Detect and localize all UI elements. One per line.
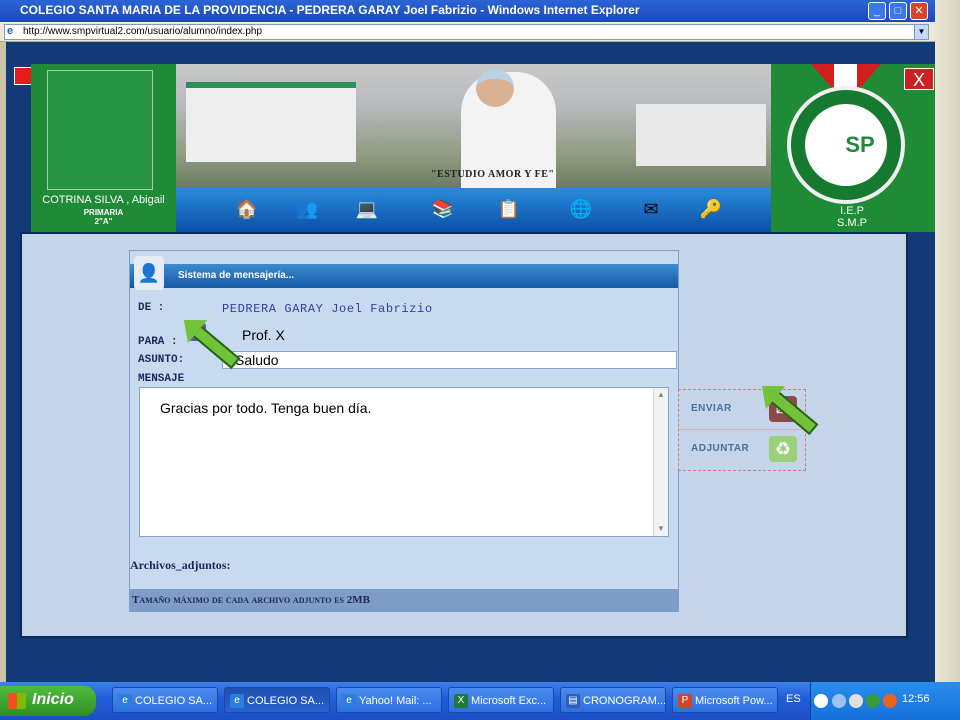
taskbar-item[interactable]: e Yahoo! Mail: ... [336,687,442,713]
messaging-panel: 👤 Sistema de mensajería... DE : PEDRERA … [129,250,679,612]
minimize-button[interactable]: _ [868,2,886,20]
school-abbreviation: I.E.P S.M.P [827,205,877,229]
size-note: Tamaño máximo de cada archivo adjunto es… [132,594,370,606]
student-panel: COTRINA SILVA , Abigail PRIMARIA 2"A" [31,64,176,232]
network-icon[interactable] [832,694,846,708]
student-level: PRIMARIA [83,208,124,217]
shield-icon[interactable] [849,694,863,708]
main-nav-bar: 🏠 👥 💻 📚 📋 🌐 ✉ 🔑 [176,188,771,232]
seal-center: SP [805,104,887,186]
start-button[interactable]: Inicio [0,686,96,716]
clock: 12:56 [902,693,930,705]
messaging-header: 👤 Sistema de mensajería... [130,251,678,296]
taskbar-item[interactable]: P Microsoft Pow... [672,687,778,713]
messenger-avatar-icon: 👤 [134,256,164,290]
back-arrow-icon[interactable] [814,694,828,708]
from-value: PEDRERA GARAY Joel Fabrizio [222,302,433,316]
messenger-icon[interactable] [866,694,880,708]
antivirus-icon[interactable] [883,694,897,708]
student-name: COTRINA SILVA , Abigail [42,194,165,206]
banner-student-head [476,69,514,107]
powerpoint-icon: P [678,694,692,708]
taskbar-item[interactable]: e COLEGIO SA... [224,687,330,713]
language-indicator[interactable]: ES [786,693,801,705]
school-abbr-line1: I.E.P [840,205,864,217]
message-scrollbar[interactable]: ▲ ▼ [653,388,668,536]
message-textarea[interactable]: Gracias por todo. Tenga buen día. ▲ ▼ [139,387,669,537]
house-icon[interactable]: 🏠 [234,198,260,220]
address-bar: e http://www.smpvirtual2.com/usuario/alu… [0,22,935,42]
attachments-label: Archivos_adjuntos: [130,558,231,572]
subject-input[interactable] [222,351,677,369]
scroll-down-icon[interactable]: ▼ [656,524,666,534]
school-seal-icon: SP [787,86,905,204]
maximize-button[interactable]: □ [889,2,907,20]
from-label: DE : [138,302,165,314]
subject-label: ASUNTO: [138,354,185,366]
taskbar: Inicio e COLEGIO SA... e COLEGIO SA... e… [0,682,960,720]
message-text: Gracias por todo. Tenga buen día. [160,400,372,416]
taskbar-item-label: COLEGIO SA... [247,695,325,707]
taskbar-item[interactable]: e COLEGIO SA... [112,687,218,713]
size-note-bar: Tamaño máximo de cada archivo adjunto es… [130,589,678,611]
to-value: Prof. X [242,327,285,343]
message-label: MENSAJE [138,373,185,385]
attach-button[interactable]: ADJUNTAR ♻ [679,430,805,468]
student-photo [47,70,153,190]
page-viewport: COTRINA SILVA , Abigail PRIMARIA 2"A" "E… [6,42,935,682]
ie-icon: e [230,694,244,708]
student-section: 2"A" [94,217,113,226]
address-input[interactable]: e http://www.smpvirtual2.com/usuario/alu… [4,24,929,40]
people-icon[interactable]: 👥 [294,198,320,220]
scroll-up-icon[interactable]: ▲ [656,390,666,400]
taskbar-item-label: COLEGIO SA... [135,695,213,707]
taskbar-item[interactable]: ▤ CRONOGRAM... [560,687,666,713]
taskbar-item-label: Microsoft Exc... [471,695,547,707]
browser-title: COLEGIO SANTA MARIA DE LA PROVIDENCIA - … [20,3,640,17]
messaging-title: Sistema de mensajería... [178,270,295,281]
school-abbr-line2: S.M.P [837,217,867,229]
seal-letters: SP [845,132,875,157]
browser-title-bar: COLEGIO SANTA MARIA DE LA PROVIDENCIA - … [0,0,935,22]
blackboard-icon[interactable]: 📋 [496,198,522,220]
to-label: PARA : [138,336,178,348]
browser-side-panel [935,0,960,690]
banner-building [186,82,356,162]
laptop-icon[interactable]: 💻 [354,198,380,220]
excel-icon: X [454,694,468,708]
start-label: Inicio [32,691,74,708]
keys-icon[interactable]: 🔑 [698,198,724,220]
school-motto: "ESTUDIO AMOR Y FE" [431,169,555,180]
document-icon: ▤ [566,694,580,708]
address-text: http://www.smpvirtual2.com/usuario/alumn… [23,26,263,37]
ie-icon: e [7,25,14,37]
send-label: ENVIAR [691,403,732,414]
recycle-attach-icon[interactable]: ♻ [769,436,797,462]
header-close-button[interactable]: X [904,68,934,90]
ie-icon: e [342,694,356,708]
taskbar-item-label: CRONOGRAM... [583,695,666,707]
windows-flag-icon [8,693,26,709]
ie-icon: e [118,694,132,708]
taskbar-item-label: Microsoft Pow... [695,695,773,707]
taskbar-item[interactable]: X Microsoft Exc... [448,687,554,713]
taskbar-item-label: Yahoo! Mail: ... [359,695,432,707]
globe-icon[interactable]: 🌐 [568,198,594,220]
school-header: COTRINA SILVA , Abigail PRIMARIA 2"A" "E… [31,64,935,232]
banner-building-right [636,104,766,166]
school-banner-image: "ESTUDIO AMOR Y FE" [176,64,771,188]
mail-icon[interactable]: ✉ [638,198,664,220]
address-dropdown-button[interactable]: ▼ [914,25,928,39]
window-close-button[interactable]: ✕ [910,2,928,20]
content-area: 👤 Sistema de mensajería... DE : PEDRERA … [20,232,908,638]
books-icon[interactable]: 📚 [430,198,456,220]
attach-label: ADJUNTAR [691,443,750,454]
